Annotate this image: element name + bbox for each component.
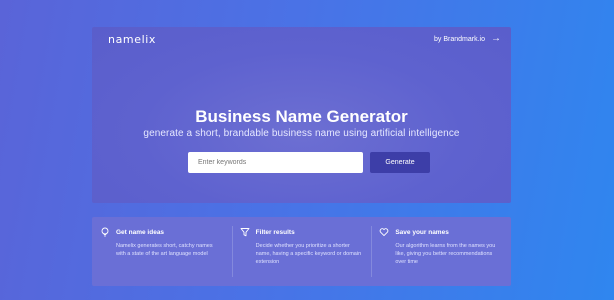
heart-icon	[380, 228, 389, 237]
feature-title: Get name ideas	[116, 228, 165, 236]
feature-title: Save your names	[395, 228, 449, 236]
filter-icon	[240, 228, 250, 237]
feature-description: Our algorithm learns from the names you …	[395, 243, 496, 265]
features-panel: Get name ideas Namelix generates short, …	[92, 217, 511, 286]
generate-button[interactable]: Generate	[370, 152, 430, 173]
feature-description: Decide whether you prioritize a shorter …	[255, 243, 362, 265]
page-title: Business Name Generator	[195, 107, 408, 126]
feature-filter-results: Filter results Decide whether you priori…	[231, 217, 372, 286]
keywords-input[interactable]	[188, 152, 363, 173]
lightbulb-icon	[101, 227, 109, 237]
byline-label: by Brandmark.io	[434, 35, 485, 43]
brandmark-link[interactable]: by Brandmark.io →	[434, 34, 501, 44]
hero-panel: namelix by Brandmark.io → Business Name …	[92, 27, 511, 203]
feature-get-name-ideas: Get name ideas Namelix generates short, …	[92, 217, 232, 286]
feature-title: Filter results	[255, 228, 295, 236]
arrow-right-icon: →	[491, 33, 501, 44]
namelix-logo[interactable]: namelix	[108, 33, 156, 46]
feature-save-your-names: Save your names Our algorithm learns fro…	[371, 217, 511, 286]
feature-description: Namelix generates short, catchy names wi…	[116, 243, 213, 257]
page-subtitle: generate a short, brandable business nam…	[143, 128, 460, 139]
